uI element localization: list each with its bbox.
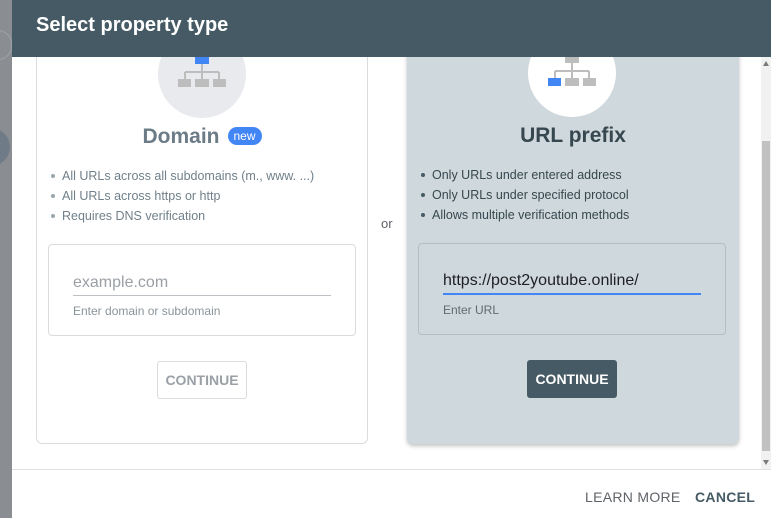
domain-icon-circle xyxy=(158,57,246,118)
domain-card-title: Domain new xyxy=(37,125,367,149)
dialog-scrollbar[interactable] xyxy=(761,57,771,469)
learn-more-button[interactable]: LEARN MORE xyxy=(585,489,681,505)
domain-card[interactable]: Domain new All URLs across all subdomains… xyxy=(36,57,368,444)
domain-title-text: Domain xyxy=(142,125,220,148)
list-item: Only URLs under entered address xyxy=(421,165,629,185)
sitemap-icon xyxy=(548,57,596,86)
dialog-header: Select property type xyxy=(12,0,771,57)
url-prefix-icon-circle xyxy=(528,57,616,117)
list-item: Requires DNS verification xyxy=(51,206,314,226)
select-property-dialog: Select property type Domain new All URLs… xyxy=(12,0,771,518)
url-prefix-card-title: URL prefix xyxy=(520,124,626,147)
domain-continue-button[interactable]: CONTINUE xyxy=(157,361,247,399)
dialog-content: Domain new All URLs across all subdomains… xyxy=(12,57,771,469)
dialog-footer: LEARN MORE CANCEL xyxy=(12,469,771,518)
sitemap-icon xyxy=(178,57,226,87)
domain-input-box: Enter domain or subdomain xyxy=(48,244,356,336)
dialog-title: Select property type xyxy=(36,14,229,36)
scroll-down-icon[interactable] xyxy=(763,460,769,465)
list-item: Allows multiple verification methods xyxy=(421,205,629,225)
list-item: All URLs across https or http xyxy=(51,186,314,206)
cancel-button[interactable]: CANCEL xyxy=(695,489,755,505)
url-prefix-feature-list: Only URLs under entered address Only URL… xyxy=(421,165,629,225)
domain-input-helper: Enter domain or subdomain xyxy=(73,304,221,318)
url-prefix-card[interactable]: URL prefix Only URLs under entered addre… xyxy=(407,57,739,444)
list-item: All URLs across all subdomains (m., www.… xyxy=(51,166,314,186)
new-badge: new xyxy=(227,127,262,145)
domain-feature-list: All URLs across all subdomains (m., www.… xyxy=(51,166,314,226)
background-strip xyxy=(0,0,12,518)
url-prefix-continue-button[interactable]: CONTINUE xyxy=(527,360,617,398)
url-input[interactable] xyxy=(443,269,701,295)
scroll-thumb[interactable] xyxy=(762,141,770,451)
url-input-box: Enter URL xyxy=(418,243,726,335)
or-separator: or xyxy=(381,216,393,231)
domain-input[interactable] xyxy=(73,270,331,296)
url-input-helper: Enter URL xyxy=(443,303,500,317)
scroll-up-icon[interactable] xyxy=(763,61,769,66)
list-item: Only URLs under specified protocol xyxy=(421,185,629,205)
